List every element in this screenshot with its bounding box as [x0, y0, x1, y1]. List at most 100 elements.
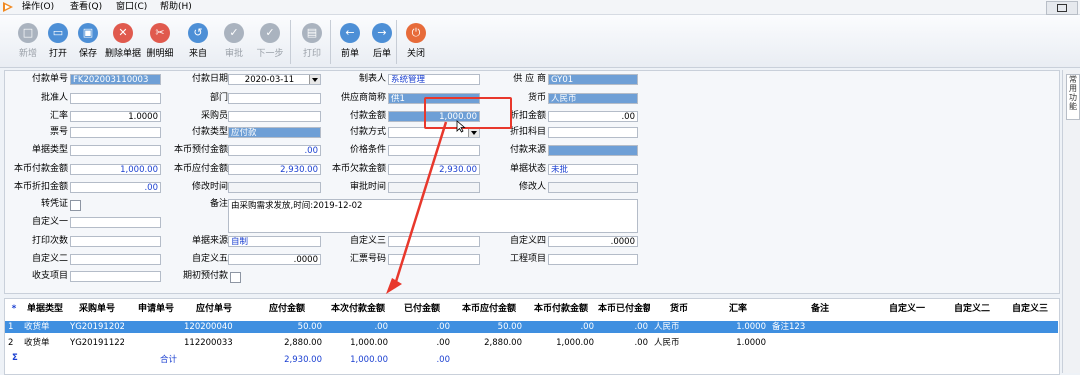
form-field-r4-v2[interactable]: 应付款: [228, 127, 321, 138]
form-field-r11-v2[interactable]: .0000: [228, 254, 321, 265]
toolbar-button-4[interactable]: ✂ 删明细: [143, 20, 177, 64]
table-cell-0[interactable]: 2: [8, 337, 20, 349]
grid-header-3[interactable]: 申请单号: [130, 300, 182, 318]
form-field-r3-v1[interactable]: 1.0000: [70, 111, 161, 122]
grid-header-10[interactable]: 本币已付金额: [598, 300, 650, 318]
menu-window[interactable]: 窗口(C): [116, 1, 147, 13]
toolbar-button-7[interactable]: ✓ 下一步: [253, 20, 287, 64]
toolbar-button-10[interactable]: → 后单: [365, 20, 399, 64]
form-field-r6-v4[interactable]: 未批: [548, 164, 638, 175]
form-field-r5-v4[interactable]: [548, 145, 638, 156]
grid-header-8[interactable]: 本币应付金额: [454, 300, 524, 318]
table-cell-1[interactable]: 收货单: [24, 337, 66, 349]
table-cell-0[interactable]: 1: [8, 321, 20, 333]
form-field-r11-v4[interactable]: [548, 254, 638, 265]
table-cell-13[interactable]: 备注123: [772, 321, 868, 333]
menu-help[interactable]: 帮助(H): [160, 1, 192, 13]
table-cell-5[interactable]: 50.00: [252, 321, 322, 333]
form-field-r7-v4[interactable]: [548, 182, 638, 193]
table-cell-10[interactable]: .00: [600, 337, 648, 349]
toolbar-icon-11: ⏻: [406, 23, 426, 43]
form-field-r5-v2[interactable]: .00: [228, 145, 321, 156]
table-cell-8[interactable]: 50.00: [456, 321, 522, 333]
form-field-r12-v1[interactable]: [70, 271, 161, 282]
table-cell-10[interactable]: .00: [600, 321, 648, 333]
table-cell-7[interactable]: .00: [394, 321, 450, 333]
form-label-r12-l1: 收支项目: [31, 271, 68, 281]
form-field-r3-v2[interactable]: [228, 111, 321, 122]
form-field-r5-v1[interactable]: [70, 145, 161, 156]
toolbar-button-0[interactable]: □ 新增: [11, 20, 45, 64]
dropdown-arrow-icon[interactable]: [468, 128, 479, 137]
field-value: 应付款: [231, 128, 257, 138]
remark-value: 由采购需求发放,时间:2019-12-02: [231, 201, 363, 211]
form-label-r1-l3: 制表人: [358, 74, 386, 84]
form-field-r2-v4[interactable]: 人民币: [548, 93, 638, 104]
table-cell-1[interactable]: 收货单: [24, 321, 66, 333]
table-cell-4[interactable]: 112200033: [184, 337, 244, 349]
initial-prepay-checkbox[interactable]: [230, 272, 241, 283]
toolbar-button-2[interactable]: ▣ 保存: [71, 20, 105, 64]
form-field-r9-v1[interactable]: [70, 217, 161, 228]
form-field-r1-v2[interactable]: 2020-03-11: [228, 74, 321, 85]
grid-header-14[interactable]: 自定义一: [872, 300, 942, 318]
grid-header-4[interactable]: 应付单号: [182, 300, 246, 318]
menu-view[interactable]: 查看(Q): [70, 1, 102, 13]
form-field-r10-v1[interactable]: [70, 236, 161, 247]
table-cell-2[interactable]: YG201912020001: [70, 321, 124, 333]
toolbar-button-9[interactable]: ← 前单: [333, 20, 367, 64]
form-field-r11-v1[interactable]: [70, 254, 161, 265]
table-cell-5[interactable]: 2,880.00: [252, 337, 322, 349]
table-cell-12[interactable]: 1.0000: [710, 337, 766, 349]
table-cell-6[interactable]: 1,000.00: [328, 337, 388, 349]
form-field-r2-v1[interactable]: [70, 93, 161, 104]
form-field-r6-v1[interactable]: 1,000.00: [70, 164, 161, 175]
table-cell-9[interactable]: 1,000.00: [528, 337, 594, 349]
toolbar-button-3[interactable]: ✕ 删除单据: [101, 20, 145, 64]
grid-header-0[interactable]: *: [6, 300, 22, 318]
toolbar-label: 来自: [188, 49, 207, 59]
form-field-r6-v2[interactable]: 2,930.00: [228, 164, 321, 175]
grid-header-16[interactable]: 自定义三: [1002, 300, 1058, 318]
form-field-r1-v4[interactable]: GY01: [548, 74, 638, 85]
table-cell-11[interactable]: 人民币: [654, 337, 704, 349]
table-cell-12[interactable]: 1.0000: [710, 321, 766, 333]
table-cell-9[interactable]: .00: [528, 321, 594, 333]
form-field-r4-v4[interactable]: [548, 127, 638, 138]
form-field-r1-v1[interactable]: FK202003110003: [70, 74, 161, 85]
grid-header-15[interactable]: 自定义二: [942, 300, 1002, 318]
table-cell-7[interactable]: .00: [394, 337, 450, 349]
form-field-r7-v2[interactable]: [228, 182, 321, 193]
form-field-r10-v2[interactable]: 自制: [228, 236, 321, 247]
dropdown-arrow-icon[interactable]: [309, 75, 320, 84]
table-cell-8[interactable]: 2,880.00: [456, 337, 522, 349]
grid-header-13[interactable]: 备注: [770, 300, 870, 318]
form-field-r3-v4[interactable]: .00: [548, 111, 638, 122]
grid-header-2[interactable]: 采购单号: [68, 300, 126, 318]
toolbar-button-11[interactable]: ⏻ 关闭: [399, 20, 433, 64]
grid-header-5[interactable]: 应付金额: [250, 300, 324, 318]
table-cell-4[interactable]: 120200040: [184, 321, 244, 333]
toolbar-button-5[interactable]: ↺ 来自: [181, 20, 215, 64]
table-cell-2[interactable]: YG201911220019: [70, 337, 124, 349]
form-label-r3-l2: 采购员: [200, 111, 228, 121]
toolbar-button-1[interactable]: ▭ 打开: [41, 20, 75, 64]
grid-header-9[interactable]: 本币付款金额: [526, 300, 596, 318]
toolbar-button-8[interactable]: ▤ 打印: [295, 20, 329, 64]
grid-header-11[interactable]: 货币: [652, 300, 706, 318]
side-tab-common-functions[interactable]: 常用功能: [1066, 74, 1080, 120]
grid-header-12[interactable]: 汇率: [708, 300, 768, 318]
table-cell-11[interactable]: 人民币: [654, 321, 704, 333]
form-field-r2-v2[interactable]: [228, 93, 321, 104]
form-field-r4-v1[interactable]: [70, 127, 161, 138]
table-cell-6[interactable]: .00: [328, 321, 388, 333]
form-field-r1-v3[interactable]: 系统管理: [388, 74, 480, 85]
grid-header-1[interactable]: 单据类型: [22, 300, 68, 318]
window-control-button[interactable]: [1046, 1, 1078, 15]
menu-operate[interactable]: 操作(O): [22, 1, 54, 13]
toolbar-button-6[interactable]: ✓ 审批: [217, 20, 251, 64]
convert-voucher-checkbox[interactable]: [70, 200, 81, 211]
field-value: 人民币: [551, 94, 577, 104]
form-field-r10-v4[interactable]: .0000: [548, 236, 638, 247]
form-field-r7-v1[interactable]: .00: [70, 182, 161, 193]
